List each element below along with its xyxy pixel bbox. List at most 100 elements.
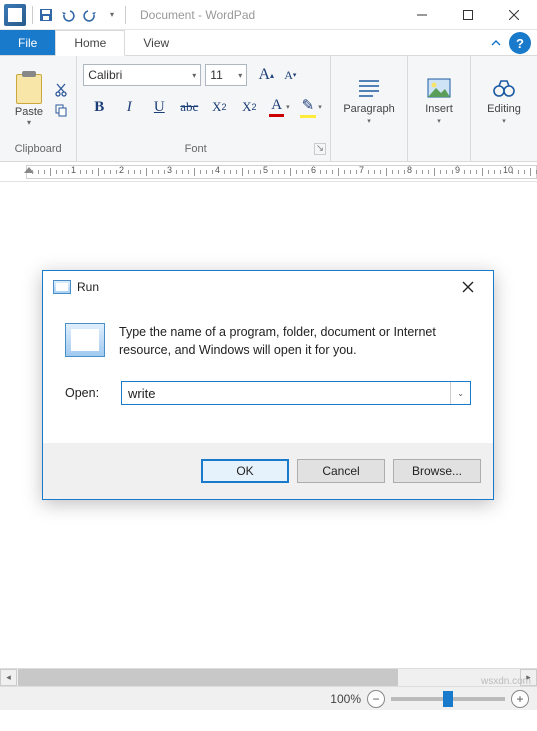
tab-view[interactable]: View (125, 30, 187, 55)
tab-home[interactable]: Home (55, 30, 125, 56)
scroll-thumb[interactable] (18, 669, 398, 686)
binoculars-icon (491, 75, 517, 101)
tab-file[interactable]: File (0, 30, 55, 55)
editing-button[interactable]: Editing ▾ (477, 75, 531, 125)
ruler-number: 9 (455, 165, 460, 175)
subscript-button[interactable]: X2 (209, 97, 229, 117)
run-large-icon (65, 323, 105, 357)
ruler-number: 5 (263, 165, 268, 175)
group-clipboard: Paste ▾ Clipboard (0, 56, 77, 161)
font-size-combo[interactable]: 11 ▾ (205, 64, 247, 86)
help-button[interactable]: ? (509, 32, 531, 54)
zoom-out-button[interactable]: − (367, 690, 385, 708)
insert-button[interactable]: Insert ▾ (414, 75, 464, 125)
ruler-number: 8 (407, 165, 412, 175)
maximize-button[interactable] (445, 0, 491, 30)
dialog-footer: OK Cancel Browse... (43, 443, 493, 499)
open-combo[interactable]: write ⌄ (121, 381, 471, 405)
horizontal-scrollbar[interactable]: ◂ ▸ (0, 668, 537, 686)
copy-icon[interactable] (54, 103, 68, 117)
undo-icon[interactable] (57, 4, 79, 26)
underline-button[interactable]: U (149, 97, 169, 117)
font-name-combo[interactable]: Calibri ▾ (83, 64, 201, 86)
clipboard-side (54, 83, 68, 117)
open-label: Open: (65, 386, 109, 400)
save-icon[interactable] (35, 4, 57, 26)
browse-button[interactable]: Browse... (393, 459, 481, 483)
font-size-value: 11 (210, 68, 222, 82)
group-label: Font↘ (77, 143, 330, 161)
scroll-left-icon[interactable]: ◂ (0, 669, 17, 686)
shrink-font-icon[interactable]: A▾ (279, 64, 301, 86)
group-paragraph: Paragraph ▾ (331, 56, 408, 161)
ruler-number: 3 (167, 165, 172, 175)
chevron-down-icon: ▾ (188, 71, 196, 80)
dialog-description: Type the name of a program, folder, docu… (119, 323, 471, 359)
ruler[interactable]: 1234567891011 (0, 162, 537, 182)
ruler-number: 6 (311, 165, 316, 175)
font-color-button[interactable]: A▾ (269, 97, 289, 117)
chevron-down-icon: ▾ (234, 71, 242, 80)
group-insert: Insert ▾ (408, 56, 471, 161)
paragraph-button[interactable]: Paragraph ▾ (337, 75, 401, 125)
group-label (408, 143, 470, 161)
ribbon-tabs: File Home View ? (0, 30, 537, 56)
ruler-number: 7 (359, 165, 364, 175)
highlight-button[interactable]: ✎▾ (300, 96, 322, 118)
ruler-number: 4 (215, 165, 220, 175)
bold-button[interactable]: B (89, 97, 109, 117)
group-font: Calibri ▾ 11 ▾ A▴ A▾ B I U abc X2 X2 (77, 56, 331, 161)
paste-icon (16, 74, 42, 104)
group-label (331, 143, 407, 161)
app-icon (4, 4, 26, 26)
run-dialog: Run Type the name of a program, folder, … (42, 270, 494, 500)
group-editing: Editing ▾ (471, 56, 537, 161)
chevron-down-icon: ▾ (437, 117, 441, 125)
editing-label: Editing (487, 103, 521, 115)
qat-customize-icon[interactable]: ▾ (101, 4, 123, 26)
chevron-down-icon: ▾ (27, 118, 31, 127)
cut-icon[interactable] (54, 83, 68, 97)
cancel-button[interactable]: Cancel (297, 459, 385, 483)
window-title: Document - WordPad (128, 8, 399, 22)
group-label: Clipboard (0, 143, 76, 161)
grow-font-icon[interactable]: A▴ (255, 64, 277, 86)
separator (32, 6, 33, 24)
italic-button[interactable]: I (119, 97, 139, 117)
ruler-number: 1 (71, 165, 76, 175)
dialog-close-button[interactable] (453, 272, 483, 302)
collapse-ribbon-icon[interactable] (483, 30, 509, 55)
close-button[interactable] (491, 0, 537, 30)
insert-label: Insert (425, 103, 453, 115)
title-bar: ▾ Document - WordPad (0, 0, 537, 30)
dialog-launcher-icon[interactable]: ↘ (314, 143, 326, 155)
paragraph-icon (356, 75, 382, 101)
zoom-slider[interactable] (391, 697, 505, 701)
watermark: wsxdn.com (481, 676, 531, 687)
ruler-number: 2 (119, 165, 124, 175)
minimize-button[interactable] (399, 0, 445, 30)
chevron-down-icon[interactable]: ⌄ (450, 382, 464, 404)
run-icon (53, 280, 71, 294)
picture-icon (426, 75, 452, 101)
zoom-in-button[interactable]: + (511, 690, 529, 708)
separator (125, 6, 126, 24)
paste-label: Paste (15, 106, 43, 118)
dialog-title: Run (77, 280, 99, 294)
ok-button[interactable]: OK (201, 459, 289, 483)
group-label (471, 143, 537, 161)
zoom-slider-thumb[interactable] (443, 691, 453, 707)
ribbon: Paste ▾ Clipboard Calibri ▾ 11 ▾ (0, 56, 537, 162)
font-name-value: Calibri (88, 68, 122, 82)
strikethrough-button[interactable]: abc (179, 97, 199, 117)
redo-icon[interactable] (79, 4, 101, 26)
zoom-value: 100% (330, 692, 361, 706)
superscript-button[interactable]: X2 (239, 97, 259, 117)
status-bar: 100% − + (0, 686, 537, 710)
paste-button[interactable]: Paste ▾ (6, 72, 52, 127)
dialog-title-bar[interactable]: Run (43, 271, 493, 303)
spacer (187, 30, 483, 55)
chevron-down-icon: ▾ (502, 117, 506, 125)
open-value: write (128, 386, 155, 401)
chevron-down-icon: ▾ (367, 117, 371, 125)
